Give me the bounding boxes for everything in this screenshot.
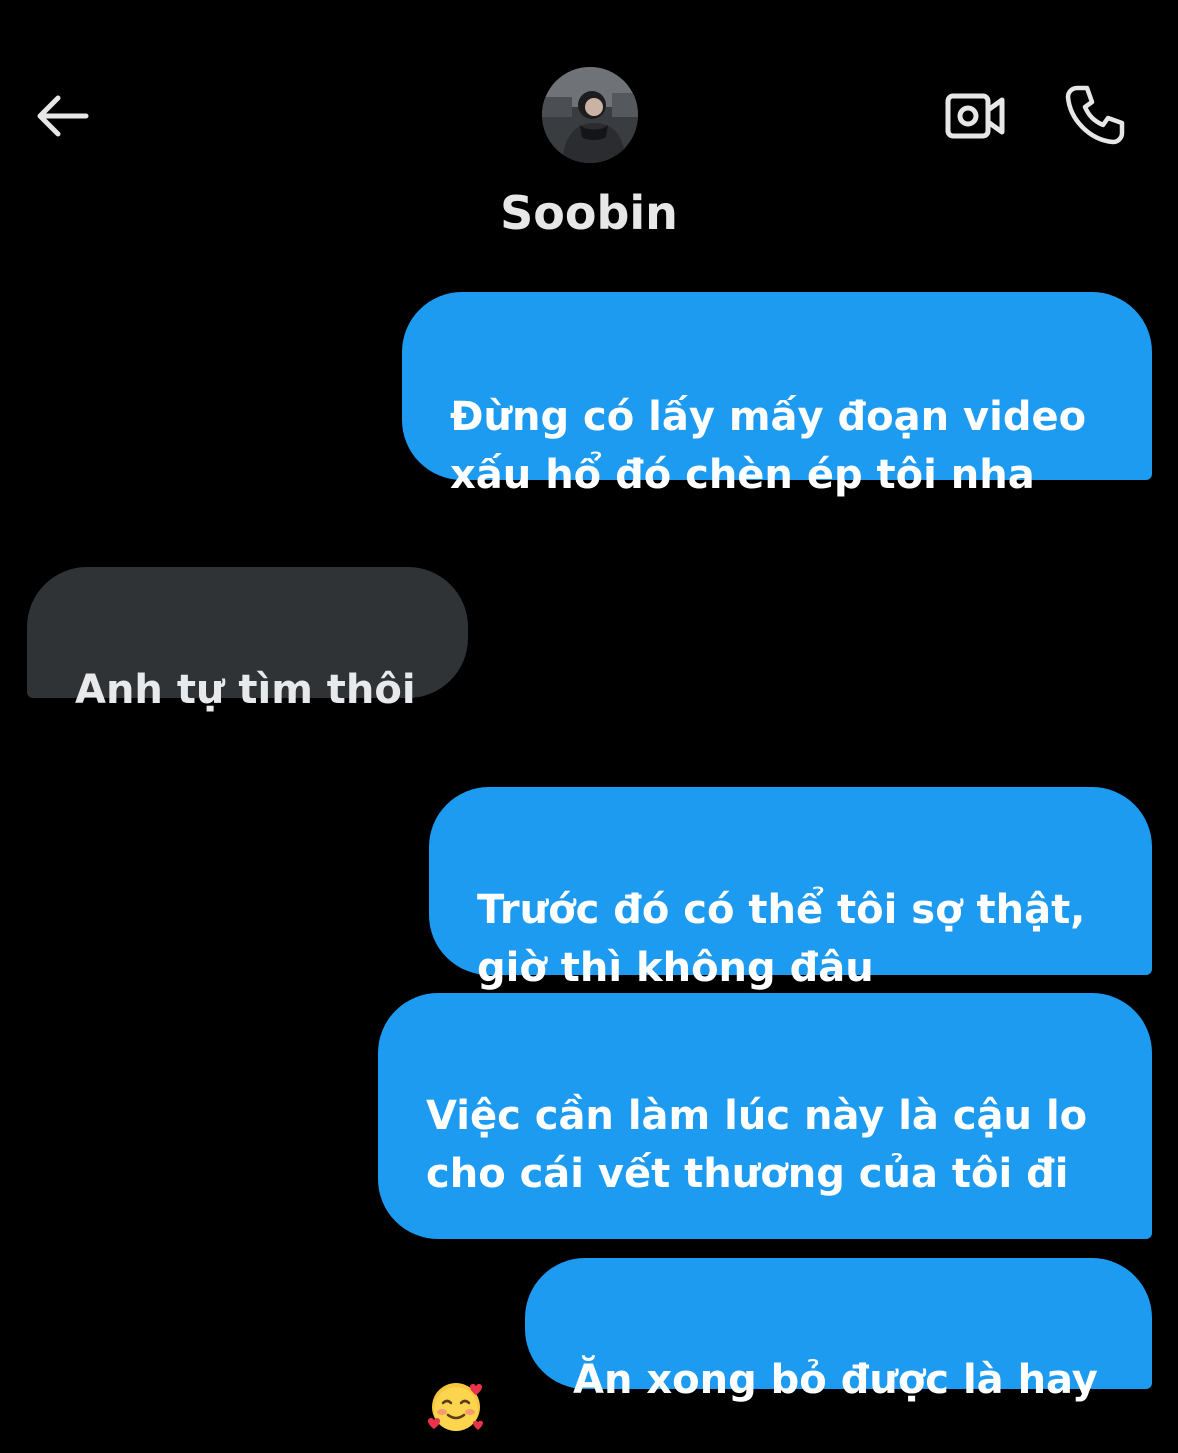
message-bubble-incoming[interactable]: Anh tự tìm thôi [27, 567, 468, 713]
message-text: Ăn xong bỏ được là hay [573, 1357, 1098, 1403]
video-call-button[interactable] [940, 86, 1012, 146]
message-bubble-outgoing[interactable]: Đừng có lấy mấy đoạn video xấu hổ đó chè… [402, 292, 1152, 498]
arrow-left-icon [37, 95, 89, 137]
message-bubble-outgoing[interactable]: Trước đó có thể tôi sợ thật, giờ thì khô… [429, 787, 1152, 991]
back-button[interactable] [30, 86, 94, 146]
message-text: Trước đó có thể tôi sợ thật, giờ thì khô… [477, 887, 1086, 991]
message-text: Anh tự tìm thôi [75, 667, 416, 713]
conversation-header: Soobin [0, 0, 1178, 260]
message-text: Việc cần làm lúc này là cậu lo cho cái v… [426, 1093, 1088, 1197]
voice-call-button[interactable] [1060, 80, 1130, 150]
phone-icon [1065, 85, 1125, 145]
message-bubble-outgoing[interactable]: Ăn xong bỏ được là hay [525, 1258, 1152, 1403]
contact-name[interactable]: Soobin [389, 182, 789, 244]
profile-photo [542, 67, 638, 163]
message-text: Đừng có lấy mấy đoạn video xấu hổ đó chè… [450, 394, 1087, 498]
message-bubble-outgoing[interactable]: Việc cần làm lúc này là cậu lo cho cái v… [378, 993, 1152, 1431]
avatar[interactable] [542, 67, 638, 163]
smiling-face-with-hearts-icon [426, 1319, 483, 1431]
video-camera-icon [945, 93, 1005, 139]
